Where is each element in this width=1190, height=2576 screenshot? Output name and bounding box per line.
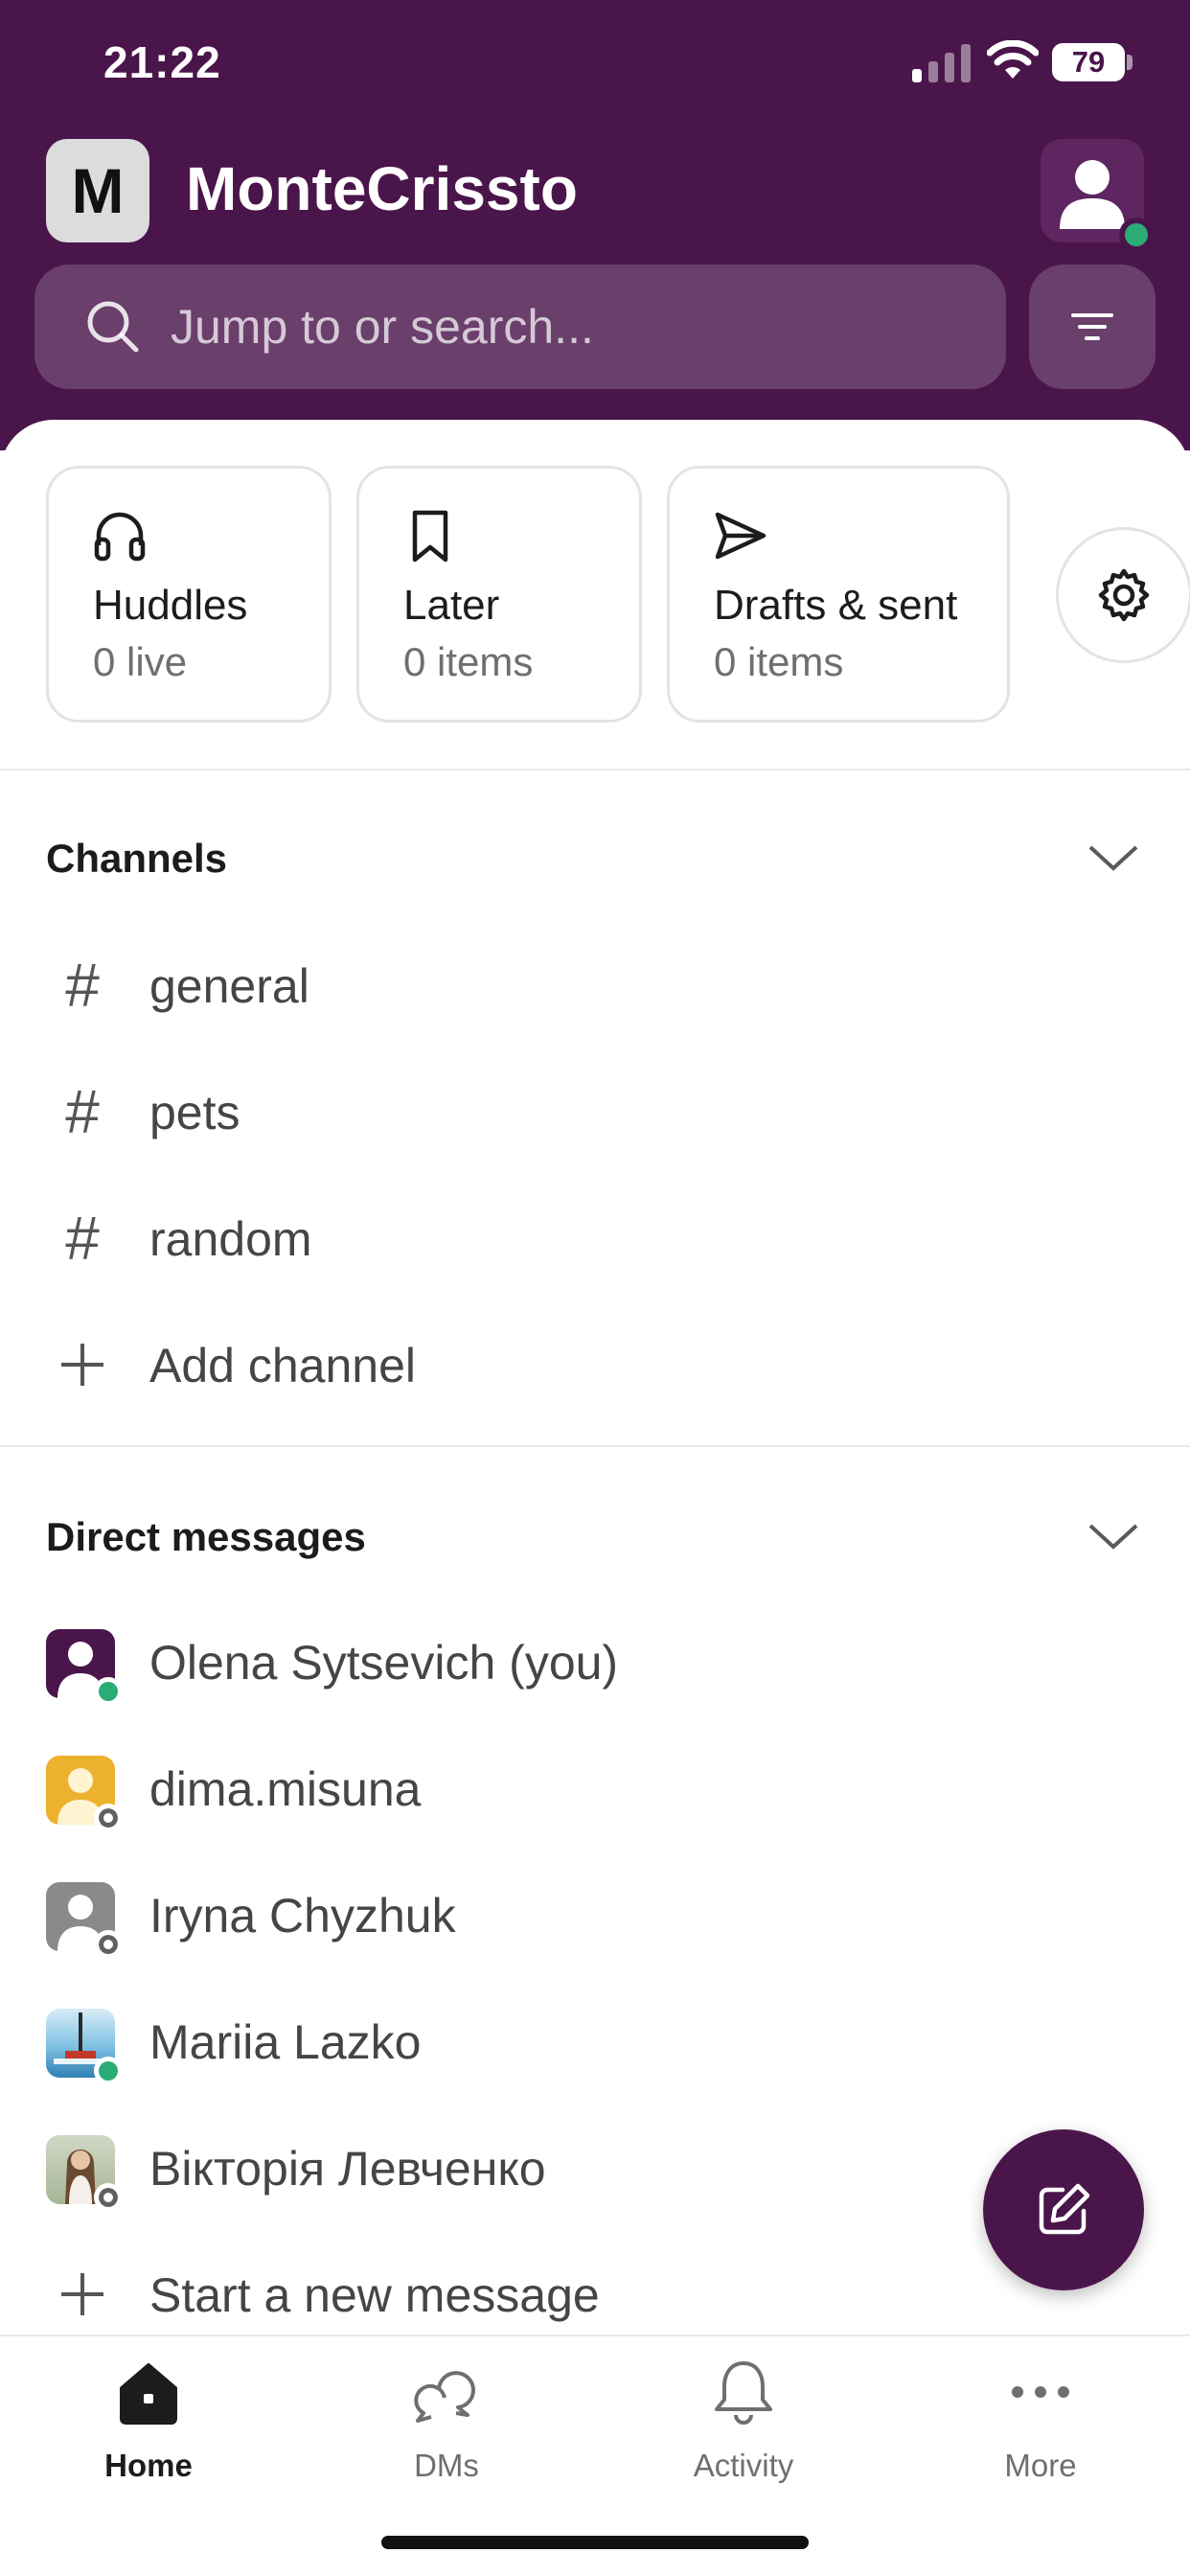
avatar-photo [46, 2009, 123, 2085]
presence-online-dot [94, 2057, 123, 2085]
card-title: Later [403, 582, 500, 629]
channel-item-general[interactable]: # general [0, 926, 1190, 1041]
dm-name: Iryna Chyzhuk [149, 1889, 456, 1943]
hash-icon: # [65, 1077, 100, 1146]
tab-activity[interactable]: Activity [638, 2356, 849, 2509]
presence-away-dot [94, 1930, 123, 1959]
chevron-down-icon[interactable] [1087, 1518, 1140, 1552]
later-card[interactable]: Later 0 items [356, 466, 642, 723]
channel-item-random[interactable]: # random [0, 1179, 1190, 1294]
dm-item[interactable]: Iryna Chyzhuk [0, 1855, 1190, 1970]
channels-section-title[interactable]: Channels [46, 836, 227, 882]
channel-name: general [149, 959, 309, 1013]
avatar [46, 1756, 123, 1832]
home-icon [120, 2363, 177, 2425]
filter-button[interactable] [1029, 264, 1156, 389]
channel-name: pets [149, 1086, 240, 1139]
dms-icon [414, 2371, 475, 2423]
workspace-initial: M [71, 155, 125, 226]
card-subtitle: 0 items [403, 639, 534, 684]
avatar [46, 1629, 123, 1706]
compose-button[interactable] [983, 2129, 1144, 2290]
tab-label: Home [104, 2448, 193, 2483]
tab-label: Activity [693, 2448, 794, 2483]
settings-button[interactable] [1056, 527, 1190, 663]
dm-item[interactable]: Olena Sytsevich (you) [0, 1602, 1190, 1717]
avatar-photo [46, 2135, 123, 2212]
card-title: Drafts & sent [714, 582, 958, 629]
card-subtitle: 0 live [93, 639, 188, 684]
avatar [46, 1882, 123, 1959]
tab-label: DMs [414, 2448, 479, 2483]
dm-name: Mariia Lazko [149, 2015, 422, 2069]
tab-more[interactable]: More [935, 2356, 1146, 2509]
dm-item[interactable]: Mariia Lazko [0, 1982, 1190, 2097]
plus-icon [61, 1344, 103, 1386]
hash-icon: # [65, 1204, 100, 1273]
plus-icon-wrap [48, 2260, 117, 2329]
headphones-icon [94, 512, 146, 562]
tab-label: More [1004, 2448, 1077, 2483]
search-bar[interactable]: Jump to or search... [34, 264, 1006, 389]
section-divider [0, 1445, 1190, 1447]
add-channel-label: Add channel [149, 1339, 417, 1392]
more-icon [1012, 2386, 1069, 2398]
card-title: Huddles [93, 582, 248, 629]
presence-online-dot [1119, 218, 1154, 252]
drafts-sent-card[interactable]: Drafts & sent 0 items [667, 466, 1010, 723]
presence-away-dot [94, 2183, 123, 2212]
battery-indicator: 79 [1052, 43, 1125, 81]
search-icon [87, 301, 139, 353]
dm-name: dima.misuna [149, 1762, 422, 1816]
dm-item[interactable]: dima.misuna [0, 1729, 1190, 1844]
status-time: 21:22 [103, 37, 221, 87]
user-avatar-icon [1060, 160, 1125, 229]
add-channel-button[interactable]: Add channel [0, 1305, 1190, 1420]
gear-icon [1098, 568, 1150, 622]
channel-item-pets[interactable]: # pets [0, 1052, 1190, 1167]
bell-icon [715, 2361, 772, 2425]
home-indicator [381, 2536, 809, 2549]
status-bar: 21:22 79 [0, 0, 1190, 134]
plus-icon [61, 2273, 103, 2315]
huddles-card[interactable]: Huddles 0 live [46, 466, 332, 723]
section-divider [0, 769, 1190, 770]
workspace-name[interactable]: MonteCrissto [186, 153, 578, 224]
cellular-signal-icon [912, 44, 971, 82]
battery-level: 79 [1071, 45, 1106, 79]
chevron-down-icon[interactable] [1087, 840, 1140, 874]
presence-online-dot [94, 1677, 123, 1706]
hash-icon: # [65, 951, 100, 1020]
tab-home[interactable]: Home [43, 2356, 254, 2509]
presence-away-dot [94, 1804, 123, 1832]
profile-button[interactable] [1041, 139, 1154, 252]
dm-section-title[interactable]: Direct messages [46, 1514, 366, 1560]
workspace-header: 21:22 79 M MonteCrissto Jump to or searc… [0, 0, 1190, 450]
dm-name: Вікторія Левченко [149, 2142, 546, 2196]
dm-name: Olena Sytsevich (you) [149, 1636, 619, 1690]
card-subtitle: 0 items [714, 639, 844, 684]
send-icon [715, 512, 767, 560]
bookmark-icon [412, 510, 448, 563]
search-placeholder: Jump to or search... [171, 300, 594, 354]
start-new-message-label: Start a new message [149, 2268, 600, 2322]
plus-icon-wrap [48, 1330, 117, 1399]
channel-name: random [149, 1212, 312, 1266]
workspace-logo[interactable]: M [46, 139, 149, 242]
tab-dms[interactable]: DMs [341, 2356, 552, 2509]
wifi-icon [987, 40, 1039, 79]
compose-icon [1039, 2183, 1090, 2235]
battery-nub [1127, 55, 1133, 70]
filter-icon [1071, 313, 1113, 340]
